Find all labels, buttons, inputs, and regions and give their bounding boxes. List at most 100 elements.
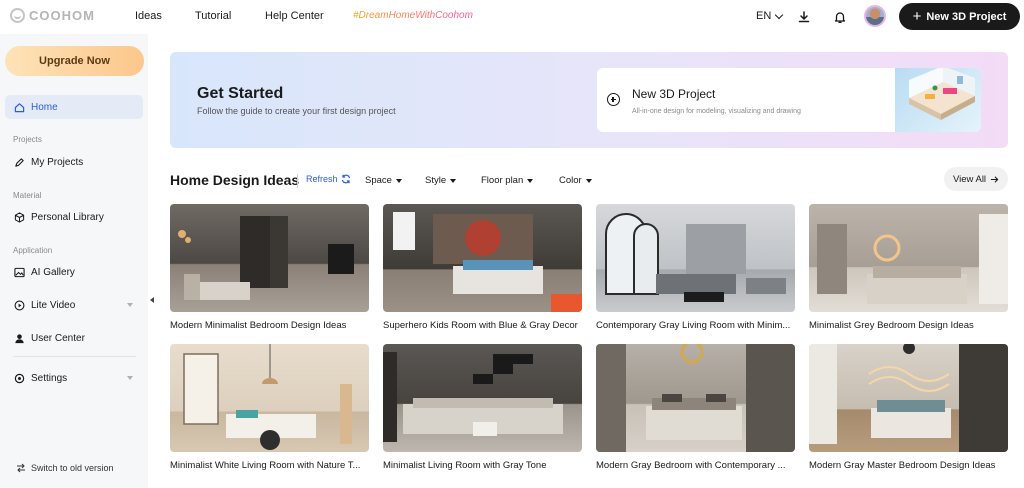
- pencil-icon: [15, 157, 24, 167]
- design-idea-title: Minimalist White Living Room with Nature…: [170, 460, 361, 471]
- upgrade-now-button[interactable]: Upgrade Now: [5, 46, 144, 76]
- design-idea-title: Modern Gray Master Bedroom Design Ideas: [809, 460, 996, 471]
- switch-old-version-link[interactable]: Switch to old version: [16, 463, 114, 473]
- design-idea-title: Modern Gray Bedroom with Contemporary ..…: [596, 460, 786, 471]
- section-label-application: Application: [13, 246, 53, 255]
- language-label: EN: [756, 10, 772, 22]
- design-idea-thumbnail: [596, 204, 795, 312]
- sidebar: Upgrade Now Home Projects My Projects Ma…: [0, 34, 148, 488]
- nav-tutorial[interactable]: Tutorial: [195, 10, 231, 22]
- design-idea-card[interactable]: Modern Minimalist Bedroom Design Ideas: [170, 204, 369, 331]
- sidebar-item-label: Home: [31, 101, 58, 113]
- sidebar-item-my-projects[interactable]: My Projects: [5, 150, 143, 174]
- caret-down-icon: [527, 178, 534, 183]
- gear-icon: [14, 373, 25, 383]
- plus-icon: +: [912, 8, 922, 25]
- brand-logo[interactable]: COOHOM: [10, 8, 95, 23]
- home-icon: [14, 102, 25, 112]
- sidebar-item-label: Lite Video: [31, 299, 76, 311]
- user-icon: [15, 333, 24, 343]
- chevron-down-icon: [775, 10, 784, 19]
- filter-label: Space: [365, 175, 392, 186]
- design-idea-title: Contemporary Gray Living Room with Minim…: [596, 320, 791, 331]
- banner-title: Get Started: [197, 85, 284, 102]
- logo-icon: [10, 8, 25, 23]
- swap-icon: [17, 463, 25, 473]
- design-idea-card[interactable]: Minimalist White Living Room with Nature…: [170, 344, 369, 471]
- filter-space[interactable]: Space: [365, 175, 402, 186]
- design-idea-title: Superhero Kids Room with Blue & Gray Dec…: [383, 320, 578, 331]
- nav-ideas[interactable]: Ideas: [135, 10, 162, 22]
- refresh-button[interactable]: Refresh: [306, 174, 351, 184]
- title-divider: [297, 174, 298, 188]
- brand-name: COOHOM: [29, 8, 95, 23]
- sidebar-item-settings[interactable]: Settings: [5, 366, 143, 390]
- sidebar-divider: [13, 356, 136, 357]
- sidebar-item-ai-gallery[interactable]: AI Gallery: [5, 260, 143, 284]
- section-label-projects: Projects: [13, 135, 42, 144]
- section-label-material: Material: [13, 191, 42, 200]
- design-idea-thumbnail: [383, 204, 582, 312]
- nav-hashtag-campaign[interactable]: #DreamHomeWithCoohom: [353, 10, 473, 21]
- design-idea-title: Minimalist Living Room with Gray Tone: [383, 460, 547, 471]
- download-icon[interactable]: [794, 7, 814, 27]
- language-selector[interactable]: EN: [756, 10, 784, 22]
- card-title: New 3D Project: [632, 87, 716, 101]
- design-idea-card[interactable]: Modern Gray Master Bedroom Design Ideas: [809, 344, 1008, 471]
- sidebar-item-label: User Center: [31, 332, 85, 344]
- design-idea-card[interactable]: Minimalist Grey Bedroom Design Ideas: [809, 204, 1008, 331]
- video-icon: [14, 300, 25, 310]
- design-idea-thumbnail: [383, 344, 582, 452]
- filter-label: Floor plan: [481, 175, 524, 186]
- top-bar: COOHOM Ideas Tutorial Help Center #Dream…: [0, 0, 1024, 34]
- design-idea-card[interactable]: Minimalist Living Room with Gray Tone: [383, 344, 582, 471]
- caret-down-icon: [127, 303, 133, 307]
- section-title: Home Design Ideas: [170, 172, 300, 188]
- design-idea-title: Modern Minimalist Bedroom Design Ideas: [170, 320, 347, 331]
- view-all-label: View All: [952, 173, 987, 185]
- refresh-label: Refresh: [306, 174, 338, 184]
- new-3d-project-label: New 3D Project: [926, 10, 1007, 23]
- design-idea-thumbnail: [809, 204, 1008, 312]
- sidebar-collapse-toggle[interactable]: [148, 283, 156, 317]
- design-idea-card[interactable]: Modern Gray Bedroom with Contemporary ..…: [596, 344, 795, 471]
- sidebar-item-lite-video[interactable]: Lite Video: [5, 293, 143, 317]
- filter-label: Color: [559, 175, 582, 186]
- design-idea-card[interactable]: Superhero Kids Room with Blue & Gray Dec…: [383, 204, 582, 331]
- new-3d-project-button[interactable]: + New 3D Project: [899, 3, 1020, 30]
- room-illustration: [895, 68, 981, 132]
- avatar[interactable]: [864, 5, 886, 27]
- sidebar-item-label: My Projects: [31, 156, 84, 168]
- design-idea-title: Minimalist Grey Bedroom Design Ideas: [809, 320, 974, 331]
- bell-icon[interactable]: [830, 7, 850, 27]
- design-idea-thumbnail: [170, 344, 369, 452]
- refresh-icon: [341, 174, 350, 184]
- filter-style[interactable]: Style: [425, 175, 457, 186]
- sidebar-item-label: AI Gallery: [31, 266, 75, 278]
- sidebar-item-label: Personal Library: [31, 211, 104, 223]
- caret-down-icon: [127, 376, 133, 380]
- design-idea-card[interactable]: Contemporary Gray Living Room with Minim…: [596, 204, 795, 331]
- arrow-right-icon: [990, 175, 999, 183]
- filter-floor-plan[interactable]: Floor plan: [481, 175, 534, 186]
- view-all-button[interactable]: View All: [944, 167, 1008, 191]
- card-subtitle: All-in-one design for modeling, visualiz…: [632, 108, 801, 115]
- caret-down-icon: [395, 178, 402, 183]
- cube-icon: [14, 211, 25, 223]
- design-idea-thumbnail: [596, 344, 795, 452]
- switch-old-version-label: Switch to old version: [31, 463, 114, 473]
- design-idea-thumbnail: [170, 204, 369, 312]
- design-idea-thumbnail: [809, 344, 1008, 452]
- sidebar-item-user-center[interactable]: User Center: [5, 326, 143, 350]
- nav-help-center[interactable]: Help Center: [265, 10, 324, 22]
- get-started-banner: Get Started Follow the guide to create y…: [170, 52, 1008, 148]
- sidebar-item-label: Settings: [31, 372, 68, 384]
- image-icon: [14, 267, 25, 277]
- add-circle-icon: [607, 93, 620, 106]
- caret-down-icon: [450, 178, 457, 183]
- filter-color[interactable]: Color: [559, 175, 592, 186]
- new-3d-project-card[interactable]: New 3D Project All-in-one design for mod…: [597, 68, 981, 132]
- sidebar-item-personal-library[interactable]: Personal Library: [5, 205, 143, 229]
- caret-down-icon: [585, 178, 592, 183]
- sidebar-item-home[interactable]: Home: [5, 95, 143, 119]
